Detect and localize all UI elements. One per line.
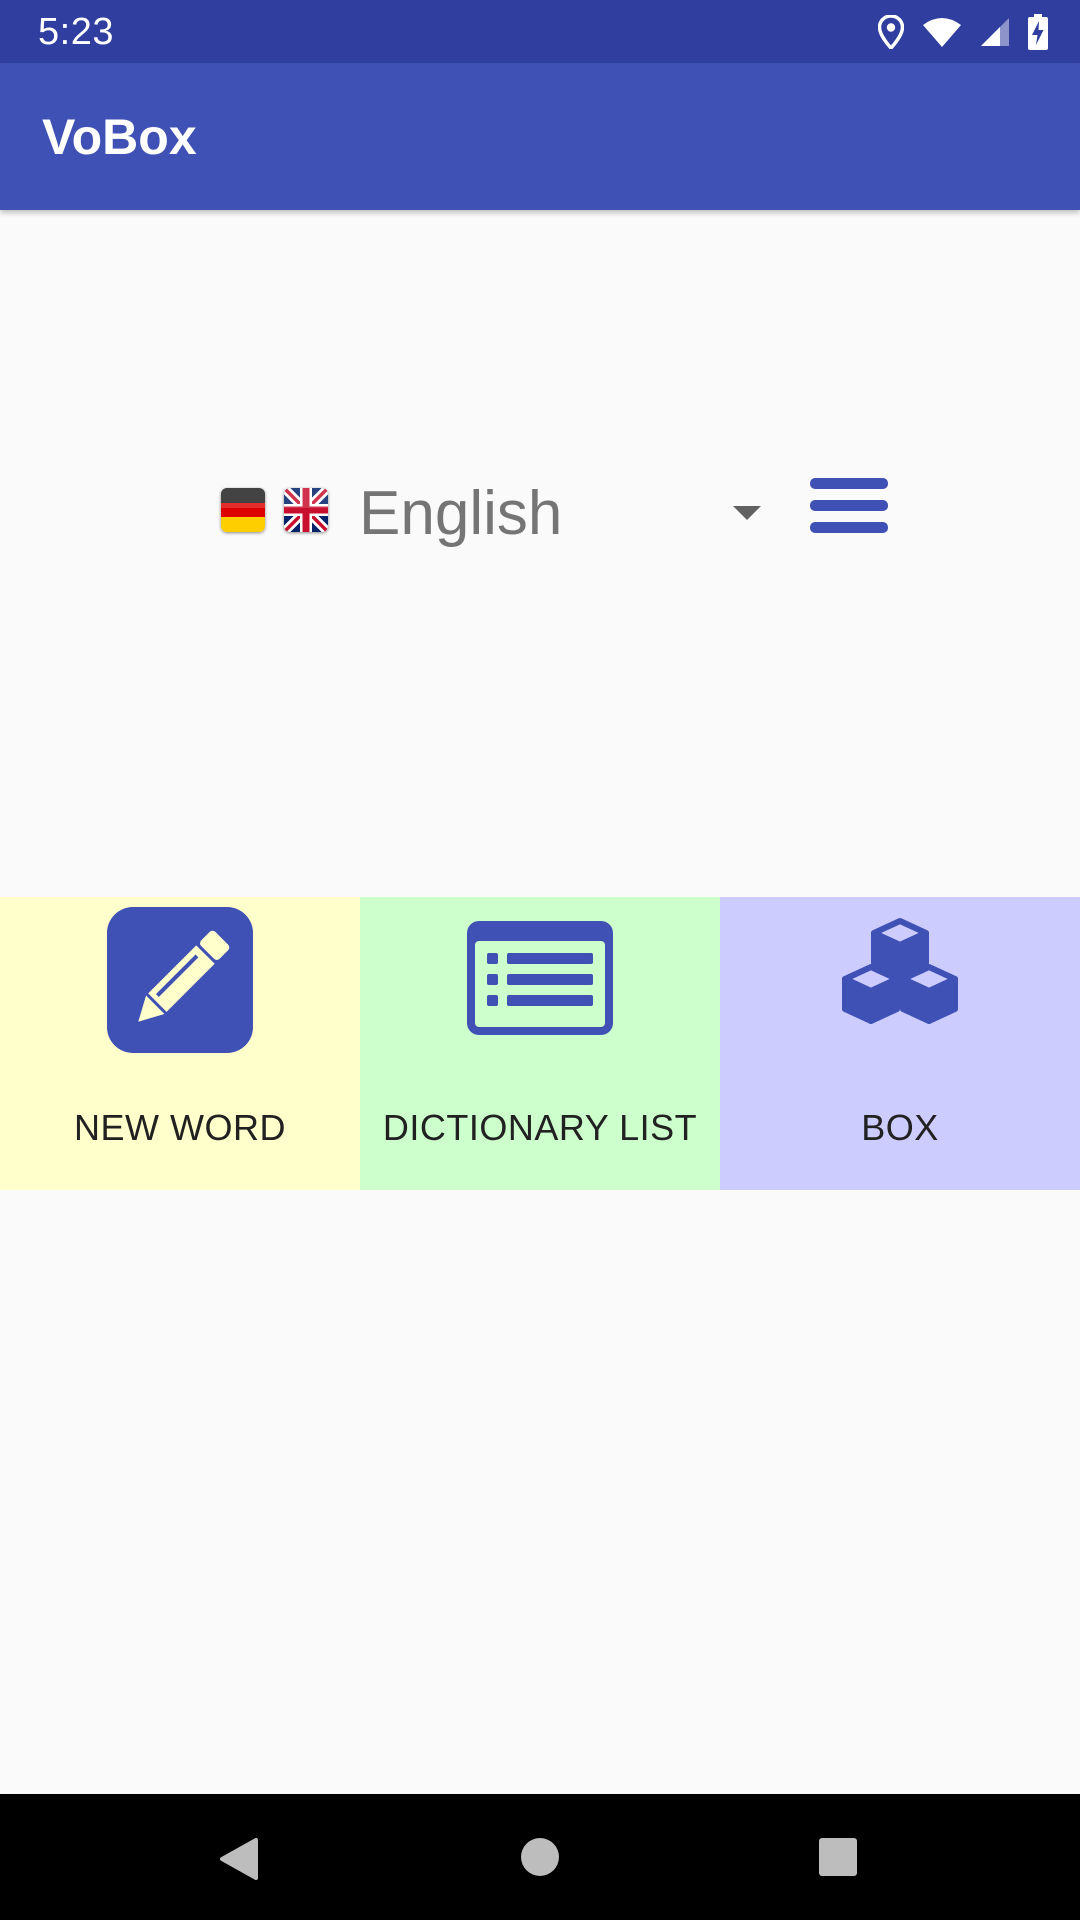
navigation-bar (0, 1794, 1080, 1920)
box-label: BOX (861, 1107, 939, 1148)
home-icon[interactable] (480, 1794, 600, 1920)
language-spinner[interactable]: English (357, 468, 767, 552)
box-button[interactable]: BOX (720, 897, 1080, 1190)
hamburger-menu-icon[interactable] (808, 476, 890, 546)
status-time: 5:23 (38, 11, 114, 53)
menu-line (810, 500, 888, 511)
status-icons (878, 12, 1048, 52)
dictionary-list-label: DICTIONARY LIST (382, 1107, 698, 1148)
new-word-button[interactable]: NEW WORD (0, 897, 360, 1190)
location-icon (878, 15, 904, 49)
menu-line (810, 478, 888, 489)
status-bar: 5:23 (0, 0, 1080, 63)
wifi-icon (922, 17, 962, 47)
language-value: English (359, 479, 563, 548)
app-title: VoBox (42, 109, 197, 165)
menu-line (810, 522, 888, 533)
action-tiles: NEW WORD DICTIONARY LIST BOX (0, 897, 1080, 1190)
app-bar: VoBox (0, 63, 1080, 210)
list-icon (467, 907, 613, 1053)
pencil-icon (107, 907, 253, 1053)
battery-charging-icon (1028, 14, 1048, 50)
dictionary-list-button[interactable]: DICTIONARY LIST (360, 897, 720, 1190)
back-icon[interactable] (178, 1794, 298, 1920)
app-screen: 5:23 VoBox English NEW WORD DICTIONARY L… (0, 0, 1080, 1920)
germany-flag-icon (221, 488, 265, 532)
dropdown-arrow-icon (733, 506, 761, 520)
recents-icon[interactable] (778, 1794, 898, 1920)
united-kingdom-flag-icon (284, 488, 328, 532)
signal-icon (980, 17, 1010, 47)
new-word-label: NEW WORD (74, 1107, 286, 1148)
cubes-icon (827, 907, 973, 1053)
language-row: English (0, 468, 1080, 552)
